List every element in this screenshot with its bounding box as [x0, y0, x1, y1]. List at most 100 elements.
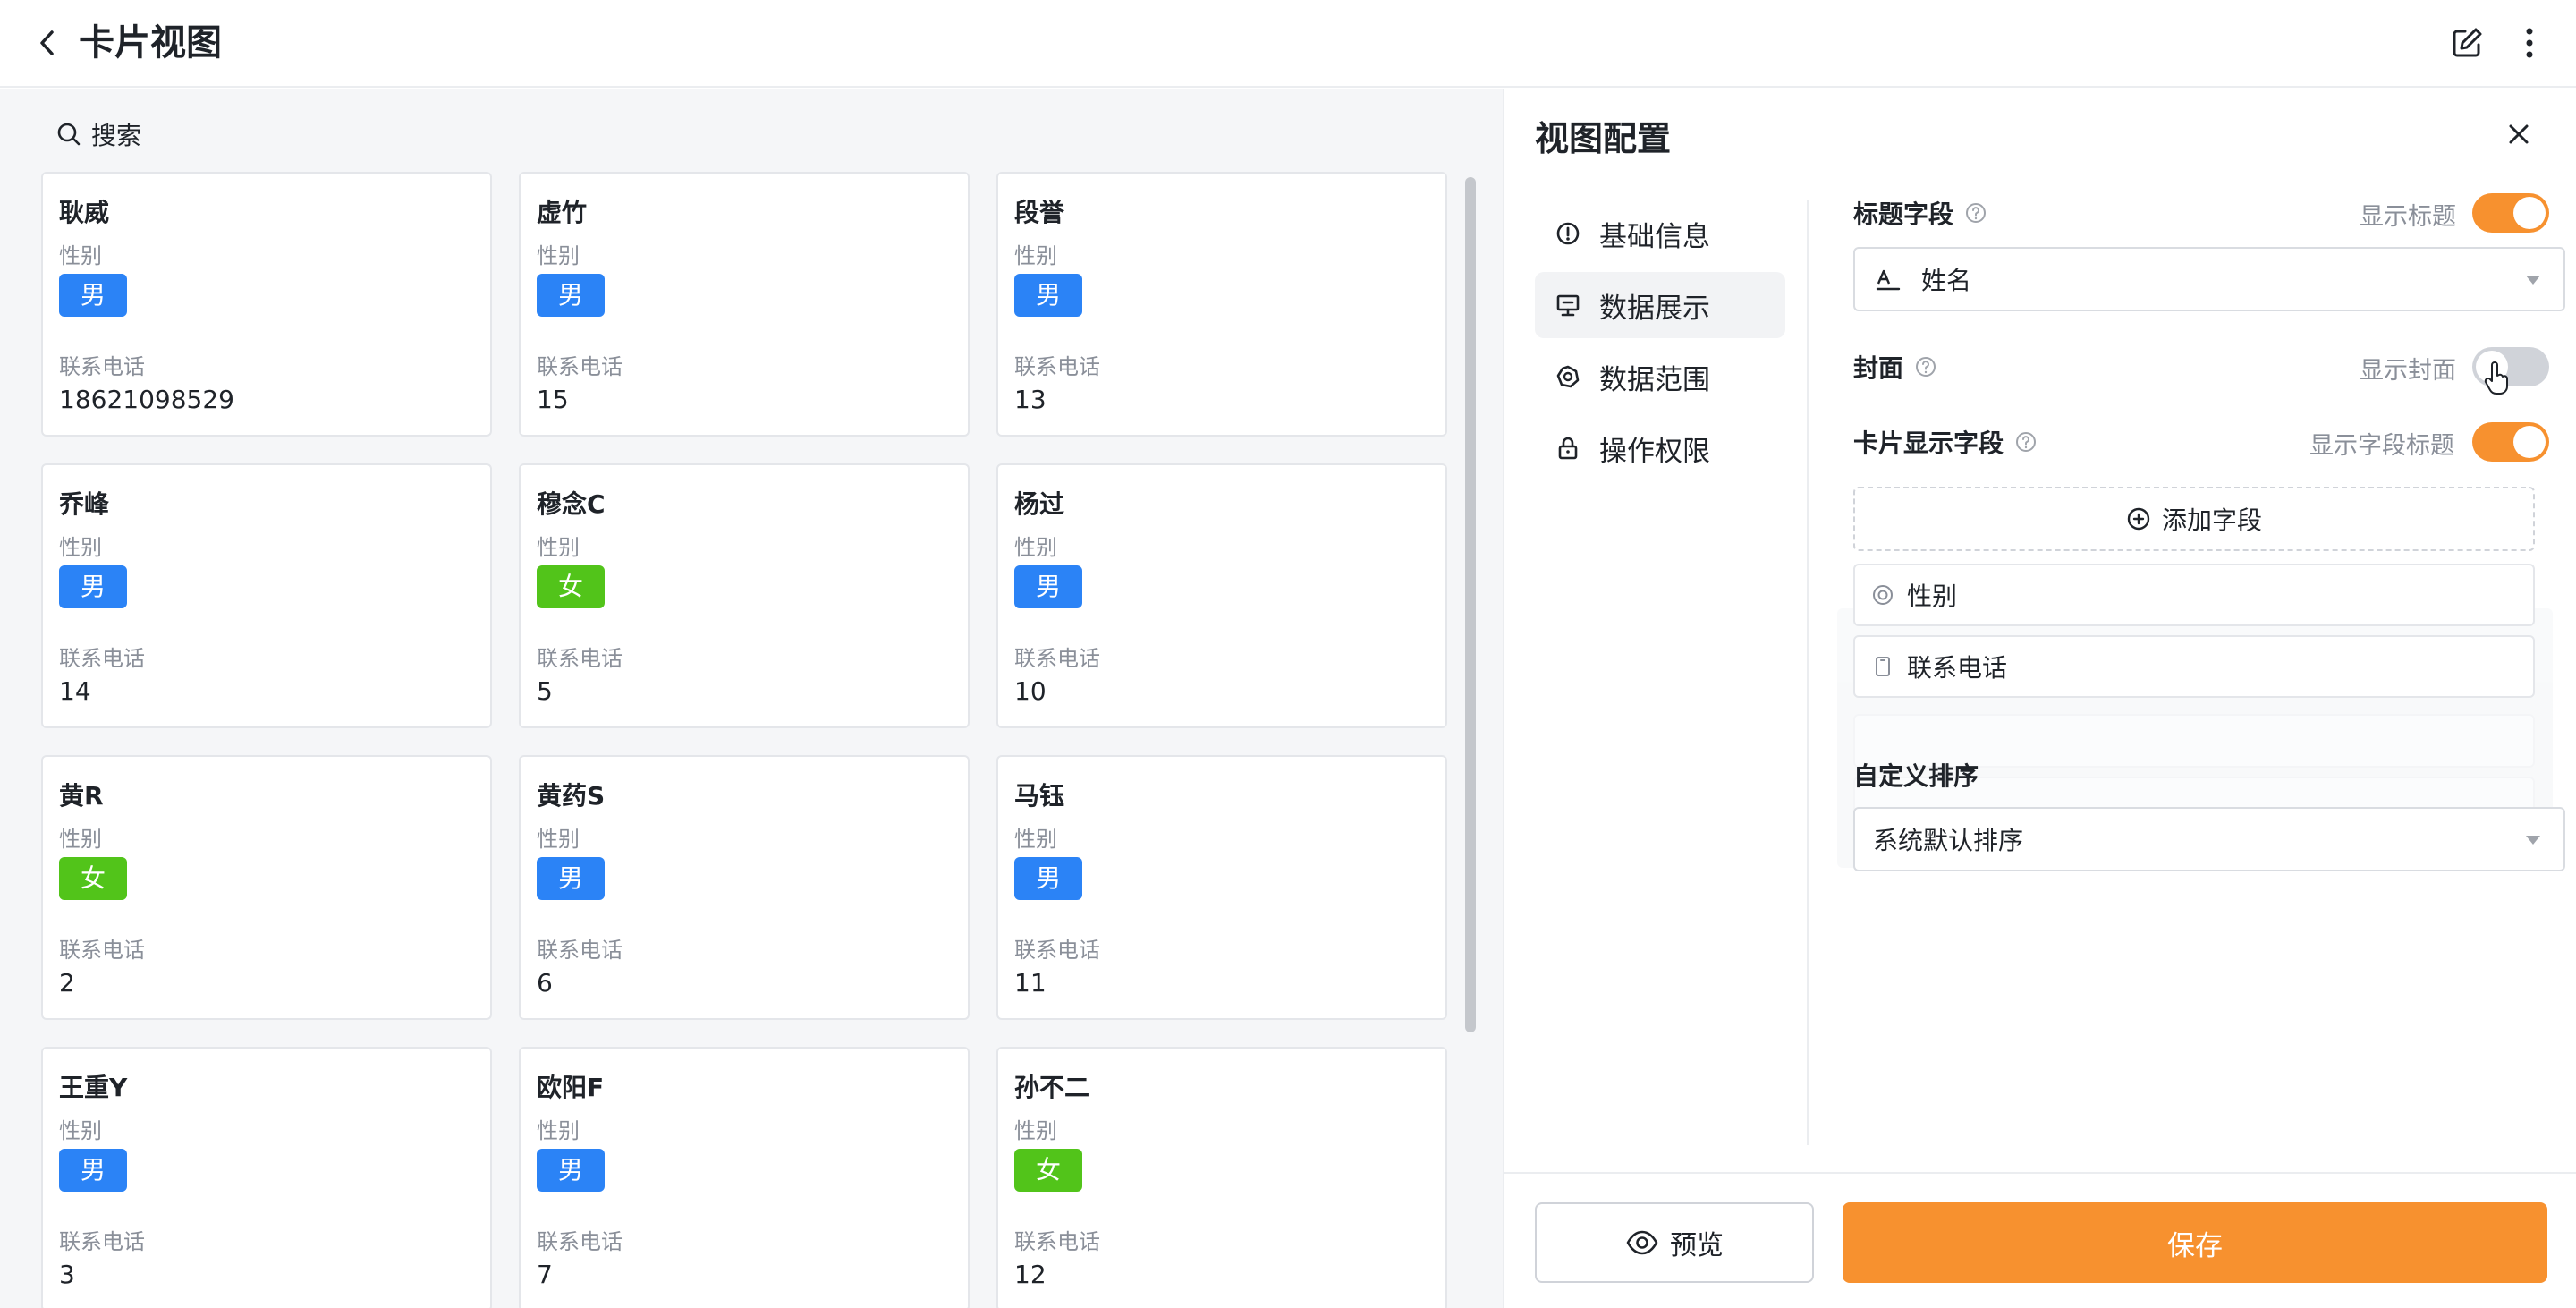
phone-value: 14 [59, 676, 91, 706]
gender-label: 性别 [537, 1118, 580, 1143]
search-box[interactable]: 搜索 [55, 115, 141, 154]
phone-label: 联系电话 [59, 354, 145, 379]
gender-tag: 男 [59, 565, 127, 608]
sort-value: 系统默认排序 [1873, 826, 2024, 855]
record-card[interactable]: 乔峰 性别男联系电话 14 [41, 463, 492, 728]
gender-label: 性别 [1014, 827, 1057, 852]
record-card[interactable]: 杨过 性别男联系电话 10 [996, 463, 1447, 728]
gender-tag: 男 [537, 857, 605, 900]
phone-value: 5 [537, 676, 553, 706]
card-title: 马钰 [1014, 781, 1065, 811]
gender-tag: 男 [59, 1149, 127, 1192]
more-button[interactable] [2510, 23, 2549, 63]
view-config-panel: 视图配置 基础信息 数据展示 数据范围 操作权限 标题字段 显示标题 姓名 封面… [1503, 89, 2576, 1308]
card-title: 孙不二 [1014, 1073, 1090, 1102]
card-title: 黄R [59, 781, 104, 811]
preview-button[interactable]: 预览 [1535, 1202, 1814, 1283]
record-card[interactable]: 段誉 性别男联系电话 13 [996, 172, 1447, 437]
nav-item-basic-info[interactable]: 基础信息 [1535, 200, 1785, 267]
phone-label: 联系电话 [537, 938, 623, 963]
panel-title: 视图配置 [1535, 119, 1672, 158]
gender-label: 性别 [537, 827, 580, 852]
card-view-area: 搜索 耿威 性别男联系电话 18621098529 虚竹 性别男联系电话 15 段誉 性别男联… [0, 89, 1503, 1308]
preview-label: 预览 [1670, 1230, 1724, 1261]
custom-sort-text: 自定义排序 [1853, 761, 1979, 791]
show-field-title-toggle[interactable] [2472, 422, 2549, 462]
scrollbar[interactable] [1465, 177, 1476, 1032]
scope-icon [1556, 365, 1580, 388]
record-card[interactable]: 孙不二 性别女联系电话 12 [996, 1047, 1447, 1308]
record-card[interactable]: 耿威 性别男联系电话 18621098529 [41, 172, 492, 437]
lock-icon [1558, 437, 1578, 460]
nav-item-data-display[interactable]: 数据展示 [1535, 272, 1785, 338]
nav-item-label: 数据范围 [1599, 363, 1710, 396]
back-button[interactable] [30, 25, 66, 61]
field-item-label: 联系电话 [1907, 653, 2008, 683]
gender-tag: 男 [537, 1149, 605, 1192]
card-title: 欧阳F [537, 1073, 605, 1102]
search-placeholder: 搜索 [91, 121, 142, 150]
show-title-label: 显示标题 [2360, 203, 2456, 231]
nav-item-data-scope[interactable]: 数据范围 [1535, 344, 1785, 410]
chevron-down-icon [2526, 836, 2540, 845]
phone-icon [1876, 657, 1890, 676]
record-card[interactable]: 黄R 性别女联系电话 2 [41, 755, 492, 1020]
help-icon[interactable] [1914, 355, 1937, 378]
phone-label: 联系电话 [537, 354, 623, 379]
gender-tag: 男 [1014, 857, 1082, 900]
gender-tag: 女 [59, 857, 127, 900]
phone-value: 12 [1014, 1260, 1046, 1289]
more-vertical-icon [2526, 28, 2533, 58]
gender-tag: 男 [59, 274, 127, 317]
save-button[interactable]: 保存 [1843, 1202, 2547, 1283]
phone-label: 联系电话 [59, 938, 145, 963]
plus-circle-icon [2127, 507, 2150, 531]
field-item-label: 性别 [1907, 582, 1958, 611]
phone-value: 10 [1014, 676, 1046, 706]
gender-label: 性别 [1014, 1118, 1057, 1143]
gender-label: 性别 [59, 827, 102, 852]
toggle-knob [2513, 426, 2546, 458]
record-card[interactable]: 穆念C 性别女联系电话 5 [519, 463, 970, 728]
phone-label: 联系电话 [537, 1229, 623, 1254]
edit-button[interactable] [2447, 23, 2487, 63]
chevron-down-icon [2526, 276, 2540, 285]
gender-label: 性别 [59, 1118, 102, 1143]
phone-value: 6 [537, 968, 553, 998]
card-title: 穆念C [537, 489, 606, 519]
top-bar: 卡片视图 [0, 0, 2576, 88]
card-title: 耿威 [59, 198, 110, 227]
record-card[interactable]: 虚竹 性别男联系电话 15 [519, 172, 970, 437]
record-card[interactable]: 马钰 性别男联系电话 11 [996, 755, 1447, 1020]
add-field-button[interactable]: 添加字段 [1853, 487, 2535, 551]
phone-label: 联系电话 [1014, 354, 1100, 379]
phone-label: 联系电话 [537, 646, 623, 671]
page-title: 卡片视图 [79, 22, 222, 64]
card-fields-label: 卡片显示字段 [1853, 424, 2038, 460]
nav-item-permissions[interactable]: 操作权限 [1535, 415, 1785, 481]
help-icon[interactable] [2014, 430, 2038, 454]
record-card[interactable]: 欧阳F 性别男联系电话 7 [519, 1047, 970, 1308]
title-field-label: 标题字段 [1853, 195, 1987, 231]
title-field-text: 标题字段 [1853, 200, 1954, 229]
toggle-knob [2513, 197, 2546, 229]
record-card[interactable]: 黄药S 性别男联系电话 6 [519, 755, 970, 1020]
phone-value: 13 [1014, 385, 1046, 414]
gender-tag: 女 [1014, 1149, 1082, 1192]
field-item-phone[interactable]: 联系电话 [1853, 635, 2535, 698]
sort-select[interactable]: 系统默认排序 [1853, 807, 2565, 871]
card-fields-text: 卡片显示字段 [1853, 429, 2004, 458]
field-item-gender[interactable]: 性别 [1853, 564, 2535, 626]
show-title-toggle[interactable] [2472, 193, 2549, 233]
gender-tag: 男 [537, 274, 605, 317]
hand-cursor-icon [2484, 361, 2508, 395]
close-button[interactable] [2501, 116, 2537, 152]
help-icon[interactable] [1964, 201, 1987, 225]
phone-value: 15 [537, 385, 569, 414]
title-field-select[interactable]: 姓名 [1853, 247, 2565, 311]
phone-value: 18621098529 [59, 385, 234, 414]
record-card[interactable]: 王重Y 性别男联系电话 3 [41, 1047, 492, 1308]
cover-text: 封面 [1853, 353, 1904, 383]
card-title: 乔峰 [59, 489, 110, 519]
title-field-value: 姓名 [1921, 266, 1972, 295]
